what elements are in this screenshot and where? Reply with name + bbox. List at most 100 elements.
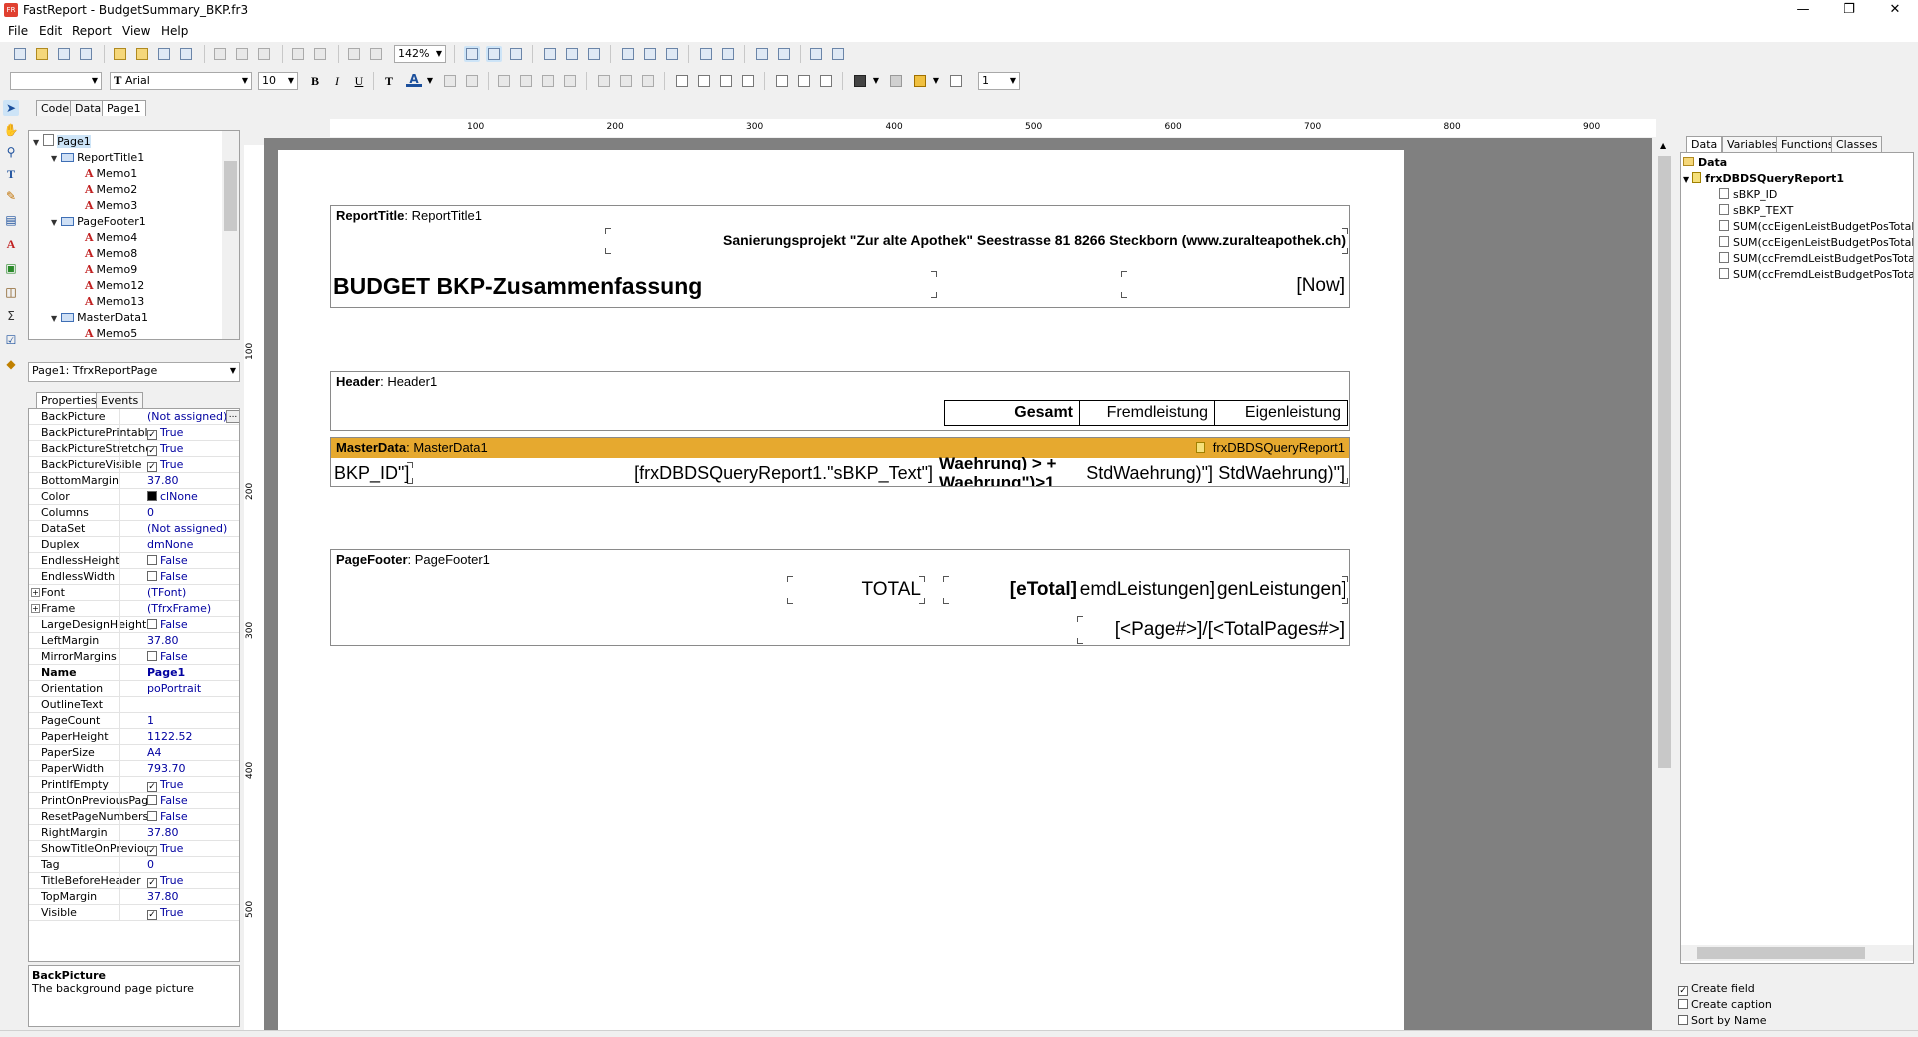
property-row[interactable]: RightMargin 37.80: [29, 825, 239, 841]
same-height-icon[interactable]: [830, 46, 846, 62]
band-header1[interactable]: Header: Header1 Gesamt Fremdleistung Eig…: [330, 371, 1350, 431]
font-color-icon[interactable]: A: [406, 73, 422, 87]
copy-icon[interactable]: [234, 46, 250, 62]
property-row[interactable]: BackPictureStretched✓True: [29, 441, 239, 457]
property-row[interactable]: Visible ✓ True: [29, 905, 239, 921]
text-valign-center-icon[interactable]: [618, 73, 634, 89]
checkbox-icon[interactable]: [147, 555, 157, 565]
property-row[interactable]: DataSet (Not assigned): [29, 521, 239, 537]
shadow-icon[interactable]: [818, 73, 834, 89]
frame-top-icon[interactable]: [674, 73, 690, 89]
menu-view[interactable]: View: [122, 24, 150, 38]
chevron-down-icon[interactable]: ▼: [51, 154, 57, 163]
redo-icon[interactable]: [312, 46, 328, 62]
workspace-scrollbar-thumb[interactable]: [1658, 156, 1671, 768]
tree-item-page1[interactable]: ▼ Page1: [33, 134, 91, 150]
center-horizontal-icon[interactable]: [754, 46, 770, 62]
bold-button[interactable]: B: [307, 73, 323, 89]
property-value[interactable]: ✓ True: [119, 873, 183, 888]
checkbox-icon[interactable]: ✓: [147, 910, 157, 920]
menu-help[interactable]: Help: [161, 24, 188, 38]
property-row[interactable]: ShowTitleOnPreviousPage✓True: [29, 841, 239, 857]
property-row[interactable]: LargeDesignHeight False: [29, 617, 239, 633]
frame-bottom-icon[interactable]: [696, 73, 712, 89]
tree-item-field[interactable]: SUM(ccFremdLeistBudgetPosTotalStdWaehrun…: [1719, 267, 1913, 282]
tree-item-memo5[interactable]: A Memo5: [85, 326, 137, 339]
tree-item-masterdata1[interactable]: ▼ MasterData1: [51, 310, 148, 326]
property-value[interactable]: 1122.52: [119, 729, 193, 744]
property-value[interactable]: ✓ True: [119, 425, 183, 440]
preview-icon[interactable]: [78, 46, 94, 62]
tree-item-memo9[interactable]: A Memo9: [85, 262, 137, 278]
property-value[interactable]: 37.80: [119, 633, 179, 648]
tree-item-memo12[interactable]: A Memo12: [85, 278, 144, 294]
tree-item-memo2[interactable]: A Memo2: [85, 182, 137, 198]
property-row[interactable]: BackPicturePrintable ✓ True: [29, 425, 239, 441]
menu-file[interactable]: File: [8, 24, 28, 38]
property-value[interactable]: 0: [119, 857, 154, 872]
text-align-right-icon[interactable]: [540, 73, 556, 89]
property-row[interactable]: TitleBeforeHeader ✓ True: [29, 873, 239, 889]
property-row[interactable]: LeftMargin 37.80: [29, 633, 239, 649]
property-value[interactable]: A4: [119, 745, 162, 760]
tree-item-data-root[interactable]: Data: [1683, 155, 1727, 170]
checkbox-tool-icon[interactable]: ☑: [3, 332, 19, 348]
save-icon[interactable]: [56, 46, 72, 62]
same-width-icon[interactable]: [808, 46, 824, 62]
property-row[interactable]: BackPictureVisible ✓ True: [29, 457, 239, 473]
tab-data-tree[interactable]: Data: [1686, 136, 1723, 152]
memo-page-numbers[interactable]: [<Page#>]/[<TotalPages#>]: [1077, 616, 1345, 644]
property-row[interactable]: MirrorMargins False: [29, 649, 239, 665]
show-grid-icon[interactable]: [464, 46, 480, 62]
property-row[interactable]: OutlineText: [29, 697, 239, 713]
property-value[interactable]: ✓ True: [119, 441, 183, 456]
delete-page-icon[interactable]: [156, 46, 172, 62]
font-settings-icon[interactable]: T: [381, 73, 397, 89]
memo-own-total[interactable]: genLeistungen]: [1217, 576, 1345, 604]
property-value[interactable]: (TfrxFrame): [119, 601, 211, 616]
menu-edit[interactable]: Edit: [39, 24, 62, 38]
tab-page1[interactable]: Page1: [102, 100, 146, 116]
memo-bkp-id[interactable]: BKP_ID"]: [334, 460, 418, 486]
picture-tool-icon[interactable]: ▣: [3, 260, 19, 276]
tree-item-memo1[interactable]: A Memo1: [85, 166, 137, 182]
chevron-down-icon[interactable]: ▼: [422, 73, 438, 89]
property-value[interactable]: ✓ True: [119, 457, 183, 472]
checkbox-icon[interactable]: [147, 795, 157, 805]
property-value[interactable]: False: [119, 553, 188, 568]
property-row[interactable]: Color clNone: [29, 489, 239, 505]
chevron-down-icon[interactable]: ▼: [868, 73, 884, 89]
page-settings-icon[interactable]: [178, 46, 194, 62]
undo-icon[interactable]: [290, 46, 306, 62]
tab-data[interactable]: Data: [70, 100, 107, 116]
align-middle-icon[interactable]: [642, 46, 658, 62]
checkbox-icon[interactable]: [147, 811, 157, 821]
group-icon[interactable]: [346, 46, 362, 62]
text-valign-bottom-icon[interactable]: [640, 73, 656, 89]
memo-bkp-text[interactable]: [frxDBDSQueryReport1."sBKP_Text"]: [421, 460, 933, 486]
frame-right-icon[interactable]: [740, 73, 756, 89]
frame-none-icon[interactable]: [796, 73, 812, 89]
property-row[interactable]: PaperHeight 1122.52: [29, 729, 239, 745]
memo-overlap-top[interactable]: Waehrung) > +: [939, 456, 1079, 470]
band-pagefooter1[interactable]: PageFooter: PageFooter1 TOTAL [eTotal] e…: [330, 549, 1350, 646]
header-external-cell[interactable]: Fremdleistung: [1079, 400, 1215, 426]
header-total-cell[interactable]: Gesamt: [944, 400, 1080, 426]
band-masterdata1[interactable]: MasterData: MasterData1 frxDBDSQueryRepo…: [330, 437, 1350, 487]
property-row[interactable]: EndlessWidth False: [29, 569, 239, 585]
ungroup-icon[interactable]: [368, 46, 384, 62]
text-align-center-icon[interactable]: [518, 73, 534, 89]
close-button[interactable]: ✕: [1872, 0, 1918, 22]
new-dialog-icon[interactable]: [134, 46, 150, 62]
property-value[interactable]: ✓ True: [119, 777, 183, 792]
tree-item-reporttitle1[interactable]: ▼ ReportTitle1: [51, 150, 144, 166]
tree-item-memo4[interactable]: A Memo4: [85, 230, 137, 246]
property-row[interactable]: + Frame (TfrxFrame): [29, 601, 239, 617]
tree-item-memo3[interactable]: A Memo3: [85, 198, 137, 214]
memo-external-total[interactable]: emdLeistungen]: [1077, 576, 1215, 604]
chevron-down-icon[interactable]: ▼: [928, 73, 944, 89]
tree-item-field[interactable]: sBKP_TEXT: [1719, 203, 1793, 218]
chevron-down-icon[interactable]: ▼: [33, 138, 39, 147]
property-row[interactable]: BottomMargin 37.80: [29, 473, 239, 489]
chevron-down-icon[interactable]: ▼: [51, 218, 57, 227]
